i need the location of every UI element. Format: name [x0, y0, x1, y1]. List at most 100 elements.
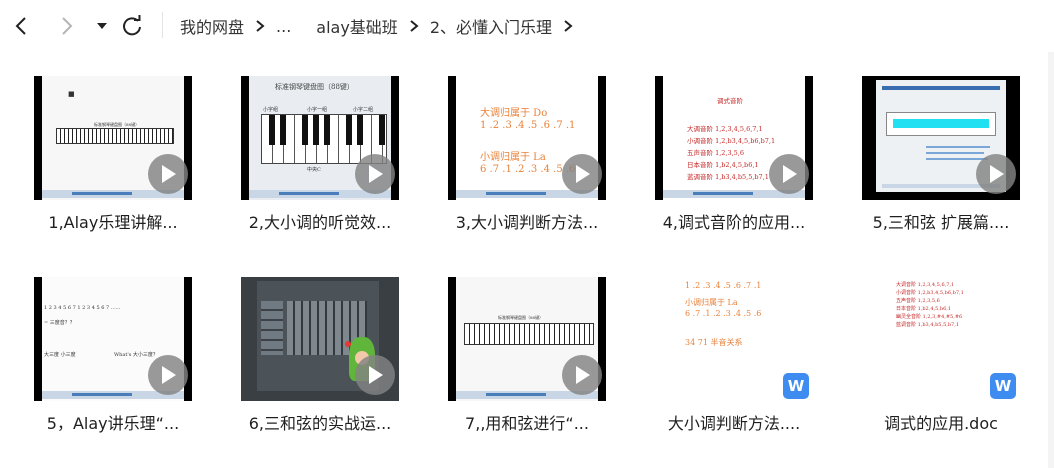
scrollbar-track[interactable]: [1048, 52, 1054, 468]
document-thumbnail: 大调音阶 1,2,3,4,5,6,7,1 小调音阶 1,2,b3,4,5,b6,…: [862, 277, 1020, 401]
thumbnail-text: 小调音阶 1,2,b3,4,5,b6,b7,1: [687, 137, 776, 145]
file-item[interactable]: 标准钢琴键盘图（88键） 7,,用和弦进行“...: [448, 277, 606, 447]
file-name: 调式的应用.doc: [884, 414, 998, 433]
video-thumbnail: 1 2 3 4 5 6 7 1 2 3 4 5 6 7 ...... = 三度音…: [34, 277, 192, 401]
breadcrumb-chevron-icon: [563, 20, 573, 32]
file-name: 7,,用和弦进行“...: [465, 414, 589, 433]
video-thumbnail: [862, 76, 1020, 200]
play-button[interactable]: [355, 355, 395, 395]
thumbnail-text: 6 .7 .1 .2 .3 .4 .5 .6: [685, 309, 762, 318]
play-icon: [990, 165, 1004, 183]
thumbnail-text: What's 大小三度？: [114, 352, 158, 358]
file-item[interactable]: 大调归属于 Do 1 .2 .3 .4 .5 .6 .7 .1 小调归属于 La…: [448, 76, 606, 246]
video-thumbnail: 标准钢琴键盘图（88键） ■: [34, 76, 192, 200]
play-button[interactable]: [562, 154, 602, 194]
play-button[interactable]: [148, 355, 188, 395]
thumbnail-text: 大三度 小三度: [44, 352, 76, 358]
thumbnail-text: 日本音阶 1,b2,4,5,b6,1: [687, 161, 759, 169]
refresh-button[interactable]: [118, 12, 146, 40]
play-button[interactable]: [355, 154, 395, 194]
thumbnail-text: 幽灵全音阶 1,2,3,#4,#5,#6: [896, 314, 963, 320]
thumbnail-text: 蓝调音阶 1,b3,4,b5,5,b7,1: [896, 322, 959, 328]
thumbnail-text: 小字组: [263, 107, 279, 113]
file-item[interactable]: 1 .2 .3 .4 .5 .6 .7 .1 小调归属于 La 6 .7 .1 …: [655, 277, 813, 447]
thumbnail-text: 中央C: [307, 167, 321, 173]
file-item[interactable]: 6,三和弦的实战运...: [241, 277, 399, 447]
cyan-bar: [893, 119, 989, 128]
breadcrumb-item-current[interactable]: 2、必懂入门乐理: [430, 14, 552, 38]
thumbnail-text: 大调归属于 Do: [480, 108, 548, 119]
file-name: 3,大小调判断方法...: [455, 213, 599, 232]
wps-writer-icon: W: [783, 373, 809, 399]
thumbnail-text: 小字二组: [353, 107, 374, 113]
mascot-bow: [345, 341, 351, 347]
channel-rack: [261, 301, 283, 355]
video-thumbnail: 标准钢琴键盘图（88键）: [448, 277, 606, 401]
caret-down-icon: [97, 23, 107, 29]
thumbnail-text: = 三度音？？: [44, 320, 75, 326]
breadcrumb-item-ellipsis[interactable]: ...: [276, 17, 291, 36]
play-icon: [576, 165, 590, 183]
back-button[interactable]: [8, 12, 36, 40]
play-button[interactable]: [976, 154, 1016, 194]
file-item[interactable]: 标准钢琴键盘图（88键） ■ 1,Alay乐理讲解...: [34, 76, 192, 246]
file-item[interactable]: 标准钢琴键盘图（88键） 小字组 小字一组 小字二组 中央C 2,大小调的听觉效…: [241, 76, 399, 246]
play-button[interactable]: [148, 154, 188, 194]
play-icon: [369, 165, 383, 183]
thumbnail-text: 大调音阶 1,2,3,4,5,6,7,1: [687, 125, 763, 133]
piano-keyboard: [464, 323, 594, 345]
file-name: 5,三和弦 扩展篇....: [872, 213, 1010, 232]
text-line: [926, 158, 988, 160]
thumbnail-text: 小调归属于 La: [480, 152, 546, 163]
file-name: 6,三和弦的实战运...: [248, 414, 392, 433]
toolbar-divider: [162, 12, 163, 38]
breadcrumb-chevron-icon: [255, 20, 265, 32]
file-item[interactable]: 1 2 3 4 5 6 7 1 2 3 4 5 6 7 ...... = 三度音…: [34, 277, 192, 447]
play-icon: [162, 366, 176, 384]
file-item[interactable]: 5,三和弦 扩展篇....: [862, 76, 1020, 246]
thumbnail-text: 1 2 3 4 5 6 7 1 2 3 4 5 6 7 ......: [44, 305, 121, 311]
thumbnail-text: 五声音阶 1,2,3,5,6: [687, 149, 745, 157]
thumbnail-text: 标准钢琴键盘图（88键）: [498, 315, 544, 320]
file-name: 5，Alay讲乐理“...: [46, 414, 180, 433]
file-item[interactable]: 大调音阶 1,2,3,4,5,6,7,1 小调音阶 1,2,b3,4,5,b6,…: [862, 277, 1020, 447]
chevron-right-icon: [62, 17, 73, 35]
file-item[interactable]: 调式音阶 大调音阶 1,2,3,4,5,6,7,1 小调音阶 1,2,b3,4,…: [655, 76, 813, 246]
thumbnail-text: 1 .2 .3 .4 .5 .6 .7 .1: [480, 120, 576, 131]
text-line: [926, 146, 990, 148]
play-button[interactable]: [769, 154, 809, 194]
breadcrumb-item-root[interactable]: 我的网盘: [180, 14, 244, 38]
thumbnail-text: 日本音阶 1,b2,4,5,b6,1: [896, 306, 952, 312]
thumbnail-text: 调式音阶: [717, 97, 743, 105]
dialog-box: [886, 112, 996, 136]
play-button[interactable]: [562, 355, 602, 395]
text-line: [926, 152, 984, 154]
thumbnail-marker: ■: [68, 90, 75, 98]
thumbnail-text: 大调音阶 1,2,3,4,5,6,7,1: [896, 282, 955, 288]
file-name: 2,大小调的听觉效...: [248, 213, 392, 232]
piano-keyboard: [56, 128, 174, 144]
breadcrumb-item-alay[interactable]: alay基础班: [316, 14, 398, 38]
wps-writer-icon: W: [990, 373, 1016, 399]
thumbnail-text: 小调音阶 1,2,b3,4,5,b6,b7,1: [896, 290, 964, 296]
forward-button[interactable]: [52, 12, 80, 40]
video-thumbnail: 标准钢琴键盘图（88键） 小字组 小字一组 小字二组 中央C: [241, 76, 399, 200]
play-icon: [162, 165, 176, 183]
history-dropdown-button[interactable]: [88, 12, 116, 40]
breadcrumb: 我的网盘 ... alay基础班 2、必懂入门乐理: [180, 14, 584, 38]
thumbnail-text: 蓝调音阶 1,b3,4,b5,5,b7,1: [687, 173, 769, 181]
video-thumbnail: 调式音阶 大调音阶 1,2,3,4,5,6,7,1 小调音阶 1,2,b3,4,…: [655, 76, 813, 200]
toolbar: 我的网盘 ... alay基础班 2、必懂入门乐理: [0, 0, 1054, 52]
thumbnail-text: 小调归属于 La: [685, 298, 738, 307]
video-thumbnail: [241, 277, 399, 401]
window-titlebar: [882, 86, 1000, 90]
thumbnail-text: 小字一组: [307, 107, 328, 113]
file-name: 4,调式音阶的应用...: [662, 213, 806, 232]
play-icon: [576, 366, 590, 384]
breadcrumb-chevron-icon: [409, 20, 419, 32]
document-thumbnail: 1 .2 .3 .4 .5 .6 .7 .1 小调归属于 La 6 .7 .1 …: [655, 277, 813, 401]
chevron-left-icon: [15, 17, 26, 35]
file-name: 1,Alay乐理讲解...: [48, 213, 178, 232]
play-icon: [783, 165, 797, 183]
video-thumbnail: 大调归属于 Do 1 .2 .3 .4 .5 .6 .7 .1 小调归属于 La…: [448, 76, 606, 200]
